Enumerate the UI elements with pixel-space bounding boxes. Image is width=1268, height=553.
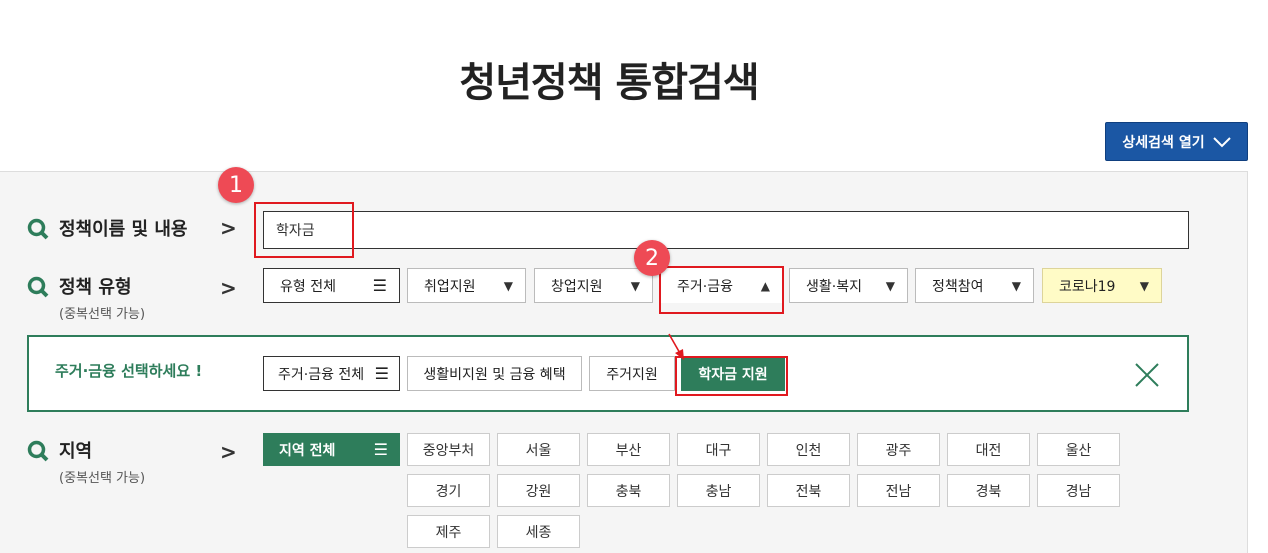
chevron-right-icon: > bbox=[220, 276, 237, 300]
region-label: 충남 bbox=[705, 483, 732, 500]
region-label: 대전 bbox=[975, 442, 1002, 459]
caret-down-icon: ▼ bbox=[1011, 278, 1021, 293]
type-select-welfare[interactable]: 생활·복지 ▼ bbox=[789, 268, 908, 303]
row-subtitle: (중복선택 가능) bbox=[59, 471, 146, 486]
option-label: 생활비지원 및 금융 혜택 bbox=[423, 366, 566, 383]
row-title: 지역 bbox=[59, 441, 93, 462]
region-label: 세종 bbox=[525, 524, 552, 541]
region-label: 전남 bbox=[885, 483, 912, 500]
region-label: 경기 bbox=[435, 483, 462, 500]
chevron-right-icon: > bbox=[220, 216, 237, 240]
row-label-name: 정책이름 및 내용 bbox=[27, 215, 187, 241]
search-input[interactable]: 학자금 bbox=[263, 211, 1189, 249]
region-button[interactable]: 강원 bbox=[497, 474, 580, 507]
detail-search-label: 상세검색 열기 bbox=[1122, 134, 1205, 151]
region-button[interactable]: 대구 bbox=[677, 433, 760, 466]
region-button[interactable]: 경남 bbox=[1037, 474, 1120, 507]
highlight-box-housing bbox=[659, 266, 784, 314]
row-label-region: 지역 (중복선택 가능) bbox=[27, 437, 145, 486]
type-select-startup[interactable]: 창업지원 ▼ bbox=[534, 268, 653, 303]
caret-down-icon: ▼ bbox=[630, 278, 640, 293]
region-button[interactable]: 인천 bbox=[767, 433, 850, 466]
type-select-participation[interactable]: 정책참여 ▼ bbox=[915, 268, 1034, 303]
type-select-employment[interactable]: 취업지원 ▼ bbox=[407, 268, 526, 303]
region-all-button[interactable]: 지역 전체 ☰ bbox=[263, 433, 400, 466]
select-label: 창업지원 bbox=[551, 278, 603, 295]
select-label: 코로나19 bbox=[1059, 278, 1116, 295]
subpanel-title: 주거·금융 선택하세요 ! bbox=[55, 362, 203, 380]
region-label: 서울 bbox=[525, 442, 552, 459]
row-label-type: 정책 유형 (중복선택 가능) bbox=[27, 273, 145, 322]
caret-down-icon: ▼ bbox=[503, 278, 513, 293]
row-title: 정책이름 및 내용 bbox=[59, 219, 188, 240]
subopt-living-finance[interactable]: 생활비지원 및 금융 혜택 bbox=[407, 356, 582, 391]
region-label: 울산 bbox=[1065, 442, 1092, 459]
option-label: 주거지원 bbox=[606, 366, 658, 383]
region-button[interactable]: 충남 bbox=[677, 474, 760, 507]
page: 청년정책 통합검색 상세검색 열기 정책이름 및 내용 > 학자금 정책 유형 … bbox=[0, 0, 1268, 553]
caret-down-icon: ▼ bbox=[885, 278, 895, 293]
step-badge-1: 1 bbox=[218, 167, 254, 203]
menu-icon: ☰ bbox=[372, 276, 387, 295]
highlight-box-tuition bbox=[675, 356, 788, 396]
page-title: 청년정책 통합검색 bbox=[459, 60, 759, 106]
region-button[interactable]: 제주 bbox=[407, 515, 490, 548]
region-button[interactable]: 충북 bbox=[587, 474, 670, 507]
region-button[interactable]: 경북 bbox=[947, 474, 1030, 507]
region-button[interactable]: 울산 bbox=[1037, 433, 1120, 466]
chevron-right-icon: > bbox=[220, 440, 237, 464]
region-label: 제주 bbox=[435, 524, 462, 541]
row-title: 정책 유형 bbox=[59, 277, 132, 298]
region-label: 인천 bbox=[795, 442, 822, 459]
close-icon[interactable] bbox=[1134, 362, 1160, 388]
region-label: 경북 bbox=[975, 483, 1002, 500]
region-label: 전북 bbox=[795, 483, 822, 500]
region-button[interactable]: 대전 bbox=[947, 433, 1030, 466]
detail-search-button[interactable]: 상세검색 열기 bbox=[1105, 122, 1248, 161]
region-button[interactable]: 경기 bbox=[407, 474, 490, 507]
region-label: 부산 bbox=[615, 442, 642, 459]
region-button[interactable]: 중앙부처 bbox=[407, 433, 490, 466]
menu-icon: ☰ bbox=[373, 440, 388, 459]
option-label: 주거·금융 전체 bbox=[278, 366, 365, 383]
chevron-down-icon bbox=[1212, 136, 1231, 147]
search-icon bbox=[27, 440, 49, 462]
select-label: 생활·복지 bbox=[806, 278, 862, 295]
highlight-box-search bbox=[254, 202, 354, 258]
region-button[interactable]: 세종 bbox=[497, 515, 580, 548]
select-label: 정책참여 bbox=[932, 278, 984, 295]
select-label: 취업지원 bbox=[424, 278, 476, 295]
region-button[interactable]: 전남 bbox=[857, 474, 940, 507]
type-select-covid19[interactable]: 코로나19 ▼ bbox=[1042, 268, 1162, 303]
region-label: 광주 bbox=[885, 442, 912, 459]
select-label: 유형 전체 bbox=[280, 278, 336, 295]
search-icon bbox=[27, 276, 49, 298]
subopt-all[interactable]: 주거·금융 전체 ☰ bbox=[263, 356, 400, 391]
step-badge-2: 2 bbox=[634, 240, 670, 276]
menu-icon: ☰ bbox=[374, 364, 389, 383]
region-button[interactable]: 전북 bbox=[767, 474, 850, 507]
caret-down-icon: ▼ bbox=[1139, 278, 1149, 293]
pointer-arrow-icon bbox=[668, 333, 684, 360]
region-label: 경남 bbox=[1065, 483, 1092, 500]
region-button[interactable]: 부산 bbox=[587, 433, 670, 466]
region-button[interactable]: 서울 bbox=[497, 433, 580, 466]
region-label: 중앙부처 bbox=[422, 442, 475, 459]
region-label: 강원 bbox=[525, 483, 552, 500]
type-select-all[interactable]: 유형 전체 ☰ bbox=[263, 268, 400, 303]
region-label: 충북 bbox=[615, 483, 642, 500]
region-all-label: 지역 전체 bbox=[279, 442, 336, 459]
search-icon bbox=[27, 218, 49, 240]
region-button[interactable]: 광주 bbox=[857, 433, 940, 466]
row-subtitle: (중복선택 가능) bbox=[59, 307, 146, 322]
region-label: 대구 bbox=[705, 442, 732, 459]
